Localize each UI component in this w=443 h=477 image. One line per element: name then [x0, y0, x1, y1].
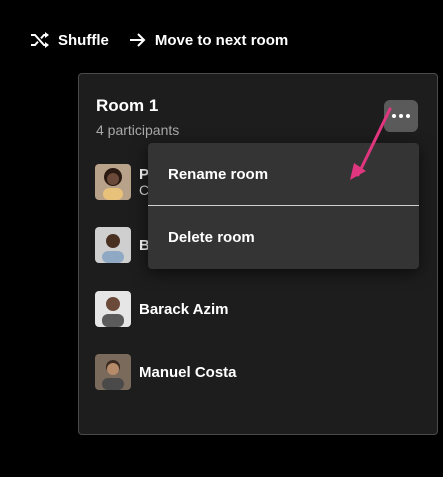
participant-name: Manuel Costa: [139, 363, 237, 381]
participant-item[interactable]: P C: [95, 164, 149, 200]
avatar: [95, 354, 131, 390]
shuffle-icon: [31, 32, 49, 48]
participant-name: Barack Azim: [139, 300, 229, 318]
participant-item[interactable]: Manuel Costa: [95, 354, 237, 390]
participant-count: 4 participants: [96, 122, 180, 138]
participant-item[interactable]: B: [95, 227, 150, 263]
shuffle-label: Shuffle: [58, 31, 109, 49]
shuffle-button[interactable]: Shuffle: [30, 32, 109, 49]
participant-item[interactable]: Barack Azim: [95, 291, 229, 327]
move-next-room-button[interactable]: Move to next room: [129, 32, 288, 49]
avatar: [95, 227, 131, 263]
move-next-room-label: Move to next room: [154, 31, 289, 49]
annotation-arrow-icon: [350, 107, 392, 180]
arrow-right-icon: [129, 33, 146, 47]
avatar: [95, 164, 131, 200]
toolbar: Shuffle Move to next room: [30, 28, 308, 52]
delete-room-menu-item[interactable]: Delete room: [148, 206, 419, 268]
room-title: Room 1: [96, 96, 159, 115]
avatar: [95, 291, 131, 327]
